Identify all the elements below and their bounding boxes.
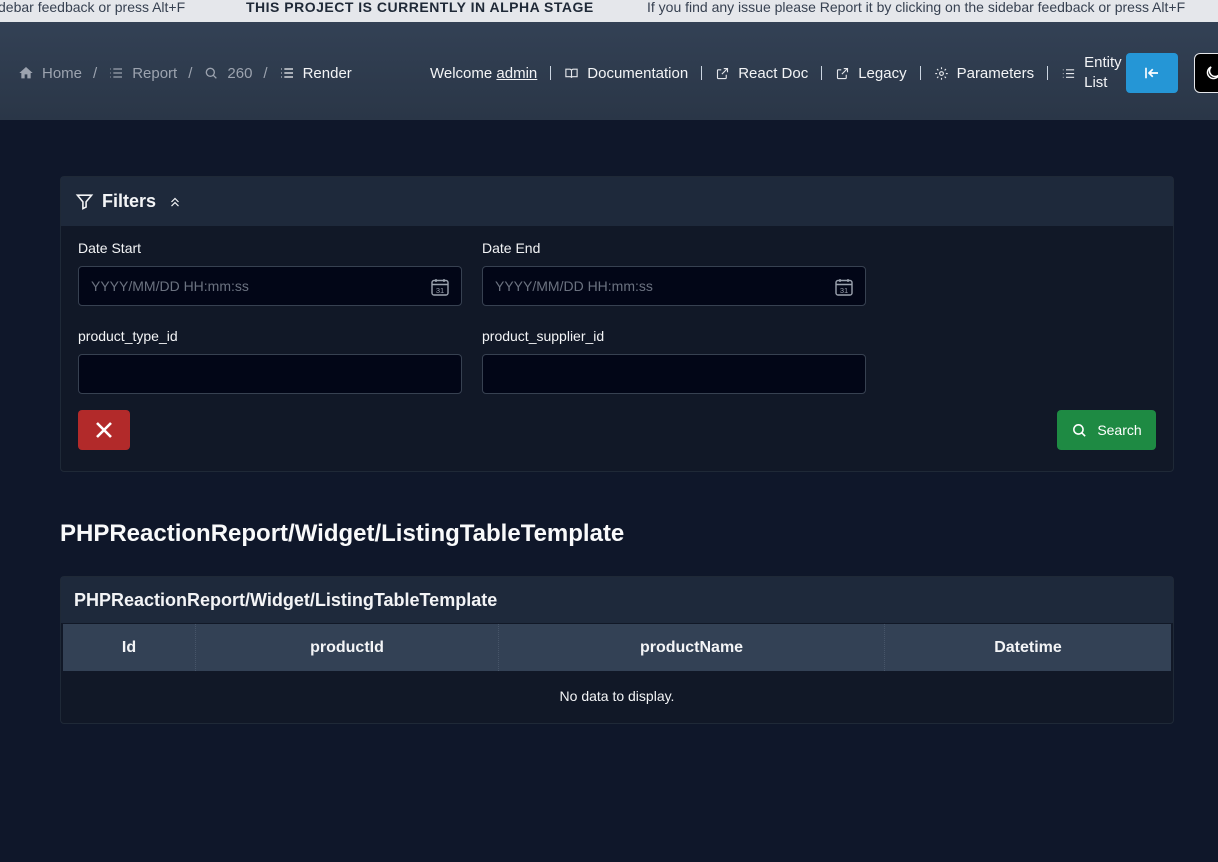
breadcrumb-render[interactable]: Render <box>279 65 352 82</box>
home-icon <box>19 67 33 79</box>
nav-legacy[interactable]: Legacy <box>835 64 907 82</box>
svg-text:31: 31 <box>436 286 444 295</box>
nav-label: React Doc <box>738 64 809 82</box>
table-header-row: Id productId productName Datetime <box>63 624 1171 671</box>
welcome-prefix: Welcome <box>430 64 493 82</box>
username-link[interactable]: admin <box>496 65 537 82</box>
filters-panel: Filters Date Start 31 Date End 31 produc… <box>60 176 1174 472</box>
alpha-banner: debar feedback or press Alt+F THIS PROJE… <box>0 0 1218 22</box>
table-empty-message: No data to display. <box>559 688 675 704</box>
page-title: PHPReactionReport/Widget/ListingTableTem… <box>60 520 625 547</box>
nav-label: Legacy <box>858 64 907 82</box>
filter-icon <box>75 194 94 210</box>
search-button-label: Search <box>1097 422 1142 438</box>
nav-label: Documentation <box>587 64 689 82</box>
top-navigation: Welcome admin Documentation React Doc Le… <box>430 53 1124 93</box>
product-supplier-id-label: product_supplier_id <box>482 328 605 344</box>
column-header-id[interactable]: Id <box>63 624 196 671</box>
breadcrumb-separator: / <box>188 64 193 82</box>
top-header: Home / Report / 260 / Render Welcome adm… <box>0 22 1218 120</box>
list-icon <box>280 68 293 78</box>
list-icon <box>1063 68 1075 78</box>
date-start-label: Date Start <box>78 240 142 256</box>
breadcrumb-separator: / <box>93 64 98 82</box>
filters-title: Filters <box>102 191 157 211</box>
column-header-product-name[interactable]: productName <box>499 624 885 671</box>
banner-text-right: If you find any issue please Report it b… <box>647 0 1186 15</box>
nav-divider <box>919 66 921 80</box>
theme-toggle-button[interactable] <box>1194 53 1218 93</box>
collapse-left-icon <box>1145 67 1158 79</box>
calendar-icon[interactable]: 31 <box>430 277 450 297</box>
nav-react-doc[interactable]: React Doc <box>715 65 808 82</box>
calendar-icon[interactable]: 31 <box>834 277 854 297</box>
nav-divider <box>821 66 823 80</box>
breadcrumb-label: Render <box>302 64 352 82</box>
gear-icon <box>934 66 948 80</box>
product-type-id-label: product_type_id <box>78 328 178 344</box>
nav-divider <box>550 66 552 80</box>
banner-text-left: debar feedback or press Alt+F <box>0 0 186 15</box>
date-end-input[interactable] <box>482 266 866 306</box>
date-start-input[interactable] <box>78 266 462 306</box>
banner-alpha-notice: THIS PROJECT IS CURRENTLY IN ALPHA STAGE <box>246 0 594 15</box>
filters-header[interactable]: Filters <box>61 177 1173 226</box>
column-header-datetime[interactable]: Datetime <box>885 624 1171 671</box>
breadcrumb-label: Home <box>42 64 83 82</box>
nav-label: Parameters <box>956 64 1035 82</box>
nav-label: Entity List <box>1084 54 1122 91</box>
welcome-message: Welcome admin <box>430 65 537 82</box>
search-button[interactable]: Search <box>1057 410 1156 450</box>
nav-documentation[interactable]: Documentation <box>564 65 688 82</box>
breadcrumb-report[interactable]: Report <box>108 65 177 82</box>
search-icon <box>206 67 218 79</box>
close-icon <box>96 422 112 438</box>
external-link-icon <box>717 67 729 79</box>
breadcrumb-label: Report <box>132 64 178 82</box>
nav-divider <box>1047 66 1049 80</box>
nav-divider <box>701 66 703 80</box>
search-icon <box>1073 423 1087 437</box>
breadcrumb: Home / Report / 260 / Render <box>18 63 352 83</box>
external-link-icon <box>837 67 849 79</box>
list-icon <box>110 68 123 78</box>
nav-entity-list[interactable]: Entity List <box>1061 53 1124 93</box>
date-end-label: Date End <box>482 240 541 256</box>
breadcrumb-label: 260 <box>227 64 253 82</box>
clear-filters-button[interactable] <box>78 410 130 450</box>
breadcrumb-separator: / <box>263 64 268 82</box>
product-type-id-input[interactable] <box>78 354 462 394</box>
listing-table-card: PHPReactionReport/Widget/ListingTableTem… <box>60 576 1174 724</box>
collapse-sidebar-button[interactable] <box>1126 53 1178 93</box>
book-icon <box>565 68 578 78</box>
column-header-product-id[interactable]: productId <box>196 624 499 671</box>
nav-parameters[interactable]: Parameters <box>934 64 1035 82</box>
breadcrumb-home[interactable]: Home <box>18 65 82 82</box>
moon-icon <box>1206 66 1218 80</box>
breadcrumb-report-id[interactable]: 260 <box>203 65 252 82</box>
chevrons-up-icon[interactable] <box>168 195 182 209</box>
svg-text:31: 31 <box>840 286 848 295</box>
table-card-title: PHPReactionReport/Widget/ListingTableTem… <box>61 577 1173 623</box>
product-supplier-id-input[interactable] <box>482 354 866 394</box>
